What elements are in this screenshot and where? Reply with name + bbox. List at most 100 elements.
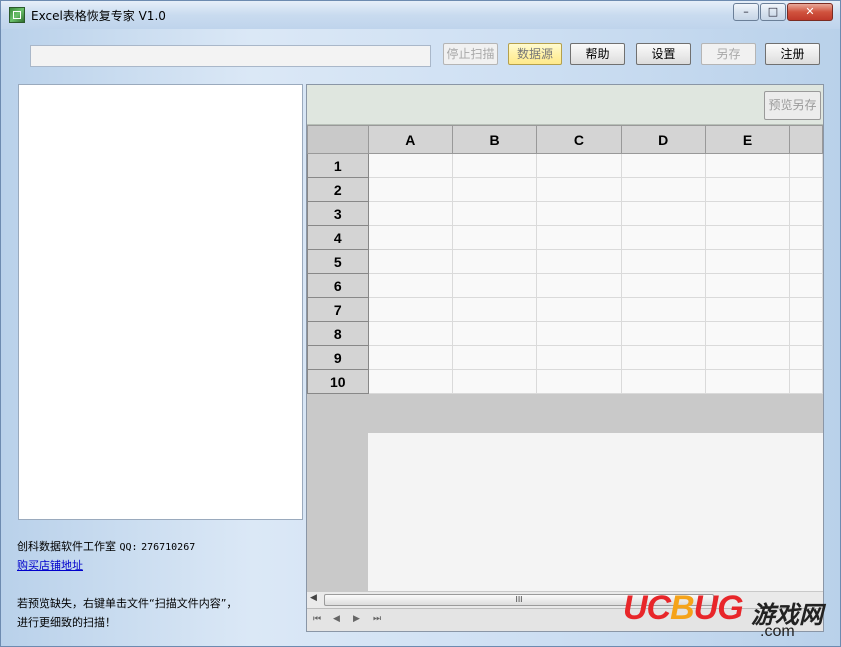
select-all-corner[interactable] — [307, 125, 369, 154]
cell[interactable] — [789, 369, 823, 394]
row-header[interactable]: 3 — [307, 201, 369, 226]
cell[interactable] — [789, 297, 823, 322]
cell[interactable] — [704, 249, 791, 274]
preview-save-as-button[interactable]: 预览另存 — [764, 91, 821, 120]
data-source-button[interactable]: 数据源 — [508, 43, 562, 65]
cell[interactable] — [367, 249, 453, 274]
cell[interactable] — [620, 345, 706, 370]
scroll-left-icon[interactable]: ◀ — [310, 593, 317, 603]
column-header-c[interactable]: C — [536, 125, 622, 154]
cell[interactable] — [704, 201, 791, 226]
table-row: 2 — [307, 177, 823, 202]
cell[interactable] — [704, 369, 791, 394]
cell[interactable] — [704, 345, 791, 370]
cell[interactable] — [536, 321, 622, 346]
cell[interactable] — [451, 201, 538, 226]
cell[interactable] — [620, 297, 706, 322]
cell[interactable] — [789, 225, 823, 250]
row-header[interactable]: 5 — [307, 249, 369, 274]
window-title: Excel表格恢复专家 V1.0 — [31, 9, 166, 23]
row-header[interactable]: 9 — [307, 345, 369, 370]
cell[interactable] — [536, 273, 622, 298]
cell[interactable] — [789, 177, 823, 202]
cell[interactable] — [367, 297, 453, 322]
cell[interactable] — [451, 225, 538, 250]
shop-link[interactable]: 购买店铺地址 — [17, 557, 83, 573]
cell[interactable] — [536, 369, 622, 394]
maximize-button[interactable]: □ — [760, 3, 786, 21]
preview-pane: 预览另存 ABCDE 1 2 3 4 5 6 7 8 9 10 ◀ III ⏮ ◀ ▶ ⏭ — [306, 84, 824, 632]
prev-sheet-icon[interactable]: ◀ — [333, 614, 340, 624]
cell[interactable] — [451, 345, 538, 370]
file-list-pane[interactable] — [18, 84, 303, 520]
cell[interactable] — [620, 273, 706, 298]
cell[interactable] — [367, 201, 453, 226]
cell[interactable] — [620, 369, 706, 394]
cell[interactable] — [451, 297, 538, 322]
row-header[interactable]: 8 — [307, 321, 369, 346]
cell[interactable] — [704, 177, 791, 202]
help-button[interactable]: 帮助 — [570, 43, 625, 65]
save-as-button[interactable]: 另存 — [701, 43, 756, 65]
cell[interactable] — [536, 177, 622, 202]
row-header[interactable]: 6 — [307, 273, 369, 298]
cell[interactable] — [704, 153, 791, 178]
cell[interactable] — [367, 345, 453, 370]
register-button[interactable]: 注册 — [765, 43, 820, 65]
cell[interactable] — [789, 345, 823, 370]
cell[interactable] — [704, 321, 791, 346]
cell[interactable] — [367, 369, 453, 394]
cell[interactable] — [620, 153, 706, 178]
cell[interactable] — [367, 273, 453, 298]
cell[interactable] — [704, 273, 791, 298]
title-bar[interactable]: Excel表格恢复专家 V1.0 – □ ✕ — [1, 1, 840, 29]
cell[interactable] — [620, 321, 706, 346]
cell[interactable] — [536, 297, 622, 322]
cell[interactable] — [789, 249, 823, 274]
cell[interactable] — [451, 249, 538, 274]
cell[interactable] — [789, 321, 823, 346]
studio-name: 创科数据软件工作室 — [17, 540, 116, 553]
cell[interactable] — [367, 321, 453, 346]
column-header-a[interactable]: A — [367, 125, 453, 154]
column-header-b[interactable]: B — [451, 125, 538, 154]
row-header[interactable]: 2 — [307, 177, 369, 202]
cell[interactable] — [620, 249, 706, 274]
cell[interactable] — [789, 201, 823, 226]
cell[interactable] — [367, 225, 453, 250]
cell[interactable] — [451, 153, 538, 178]
close-button[interactable]: ✕ — [787, 3, 833, 21]
next-sheet-icon[interactable]: ▶ — [353, 614, 360, 624]
cell[interactable] — [620, 177, 706, 202]
row-header[interactable]: 10 — [307, 369, 369, 394]
cell[interactable] — [367, 177, 453, 202]
stop-scan-button[interactable]: 停止扫描 — [443, 43, 498, 65]
scan-path-field[interactable] — [30, 45, 431, 67]
cell[interactable] — [536, 201, 622, 226]
column-header-d[interactable]: D — [620, 125, 706, 154]
cell[interactable] — [367, 153, 453, 178]
column-header-partial[interactable] — [789, 125, 823, 154]
cell[interactable] — [451, 321, 538, 346]
cell[interactable] — [536, 225, 622, 250]
cell[interactable] — [536, 153, 622, 178]
cell[interactable] — [451, 273, 538, 298]
cell[interactable] — [536, 249, 622, 274]
first-sheet-icon[interactable]: ⏮ — [313, 614, 321, 624]
cell[interactable] — [704, 297, 791, 322]
row-header[interactable]: 1 — [307, 153, 369, 178]
cell[interactable] — [620, 225, 706, 250]
cell[interactable] — [789, 153, 823, 178]
cell[interactable] — [704, 225, 791, 250]
last-sheet-icon[interactable]: ⏭ — [373, 614, 381, 624]
settings-button[interactable]: 设置 — [636, 43, 691, 65]
minimize-button[interactable]: – — [733, 3, 759, 21]
cell[interactable] — [451, 177, 538, 202]
cell[interactable] — [620, 201, 706, 226]
cell[interactable] — [536, 345, 622, 370]
row-header[interactable]: 7 — [307, 297, 369, 322]
cell[interactable] — [451, 369, 538, 394]
row-header[interactable]: 4 — [307, 225, 369, 250]
column-header-e[interactable]: E — [704, 125, 791, 154]
cell[interactable] — [789, 273, 823, 298]
